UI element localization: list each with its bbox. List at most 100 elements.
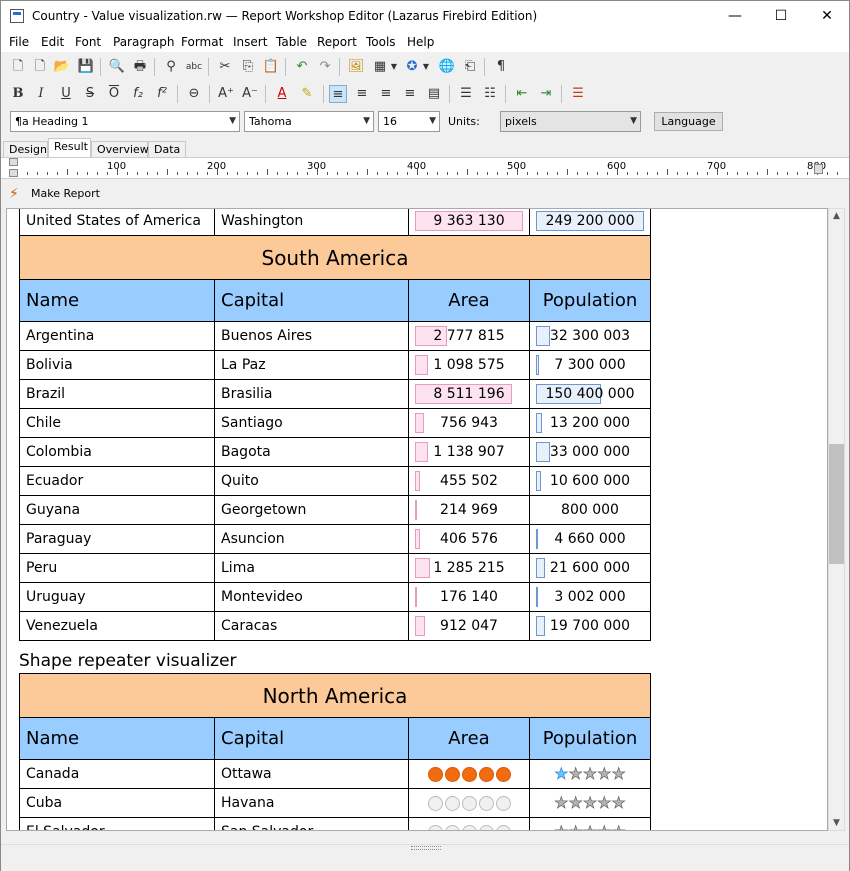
font-color-icon[interactable]: A bbox=[273, 85, 291, 103]
subscript-icon[interactable]: f₂ bbox=[129, 85, 147, 103]
new-document-icon[interactable]: 🗋 bbox=[9, 58, 27, 76]
scrollbar-thumb[interactable] bbox=[829, 444, 844, 564]
tab-data[interactable]: Data bbox=[148, 141, 186, 157]
insert-picture-icon[interactable]: 🖼 bbox=[347, 58, 365, 76]
ruler-tick bbox=[467, 169, 468, 175]
open-folder-icon[interactable]: 📂 bbox=[53, 58, 71, 76]
menu-tools[interactable]: Tools bbox=[366, 35, 396, 49]
section-title: Shape repeater visualizer bbox=[19, 651, 237, 671]
first-indent-marker[interactable] bbox=[9, 158, 18, 166]
country-name: Guyana bbox=[19, 495, 215, 525]
circle-icon bbox=[444, 766, 460, 782]
grow-font-icon[interactable]: A⁺ bbox=[217, 85, 235, 103]
strikethrough-icon[interactable]: S bbox=[81, 85, 99, 103]
make-report-button[interactable]: Make Report bbox=[31, 187, 100, 200]
vertical-scrollbar[interactable]: ▲ ▼ bbox=[828, 208, 845, 831]
insert-file-icon[interactable]: ⎗ bbox=[461, 58, 479, 76]
scroll-down-icon[interactable]: ▼ bbox=[829, 816, 844, 830]
find-icon[interactable]: ⚲ bbox=[162, 58, 180, 76]
font-name-select[interactable]: Tahoma ▼ bbox=[244, 111, 374, 132]
increase-indent-icon[interactable]: ⇥ bbox=[537, 85, 555, 103]
ruler-tick bbox=[487, 172, 488, 175]
area-bar bbox=[415, 413, 424, 433]
toolbar-separator bbox=[561, 85, 562, 103]
menu-insert[interactable]: Insert bbox=[233, 35, 267, 49]
shrink-font-icon[interactable]: A⁻ bbox=[241, 85, 259, 103]
ruler-tick bbox=[27, 172, 28, 175]
tab-result[interactable]: Result bbox=[48, 138, 91, 157]
undo-icon[interactable]: ↶ bbox=[293, 58, 311, 76]
left-indent-marker[interactable] bbox=[9, 169, 18, 177]
paste-icon[interactable]: 📋 bbox=[262, 58, 280, 76]
align-left-icon[interactable]: ≡ bbox=[329, 85, 347, 103]
underline-icon[interactable]: U bbox=[57, 85, 75, 103]
menu-table[interactable]: Table bbox=[276, 35, 307, 49]
right-indent-marker[interactable] bbox=[814, 164, 823, 174]
font-size-select[interactable]: 16 ▼ bbox=[378, 111, 440, 132]
hyperlink-icon[interactable]: 🌐 bbox=[438, 58, 456, 76]
close-button[interactable]: ✕ bbox=[804, 1, 850, 32]
language-button[interactable]: Language bbox=[654, 112, 723, 131]
area-value: 176 140 bbox=[440, 589, 498, 605]
decrease-indent-icon[interactable]: ⇤ bbox=[513, 85, 531, 103]
toolbar-separator bbox=[285, 58, 286, 76]
ruler-tick bbox=[127, 172, 128, 175]
tab-design[interactable]: Design bbox=[3, 141, 48, 157]
ruler-tick bbox=[657, 172, 658, 175]
country-area: 406 576 bbox=[408, 524, 530, 554]
header-capital: Capital bbox=[214, 279, 409, 322]
minimize-button[interactable]: — bbox=[712, 1, 758, 32]
spell-check-icon[interactable]: abc bbox=[185, 58, 203, 76]
menu-format[interactable]: Format bbox=[181, 35, 223, 49]
numbered-list-icon[interactable]: ☷ bbox=[481, 85, 499, 103]
maximize-button[interactable]: ☐ bbox=[758, 1, 804, 32]
country-name: Venezuela bbox=[19, 611, 215, 641]
highlight-icon[interactable]: ✎ bbox=[298, 85, 316, 103]
italic-icon[interactable]: I bbox=[32, 85, 50, 103]
table-row: Uruguay Montevideo 176 140 3 002 000 bbox=[19, 582, 651, 612]
hidden-text-icon[interactable]: ⊖ bbox=[185, 85, 203, 103]
chevron-down-icon[interactable]: ▼ bbox=[421, 58, 431, 76]
insert-symbol-icon[interactable]: ✪ bbox=[403, 58, 421, 76]
menu-edit[interactable]: Edit bbox=[41, 35, 64, 49]
menu-report[interactable]: Report bbox=[317, 35, 357, 49]
print-icon[interactable]: 🖶 bbox=[131, 58, 149, 76]
toolbar-separator bbox=[484, 58, 485, 76]
document-view[interactable]: United States of America Washington 9 36… bbox=[6, 208, 828, 831]
new-from-template-icon[interactable]: 🗋 bbox=[31, 58, 49, 76]
toolbar-separator bbox=[339, 58, 340, 76]
insert-table-icon[interactable]: ▦ bbox=[371, 58, 389, 76]
redo-icon[interactable]: ↷ bbox=[316, 58, 334, 76]
country-name: El Salvador bbox=[19, 817, 215, 830]
superscript-icon[interactable]: f² bbox=[153, 85, 171, 103]
scroll-up-icon[interactable]: ▲ bbox=[829, 209, 844, 223]
menu-font[interactable]: Font bbox=[75, 35, 101, 49]
align-right-icon[interactable]: ≡ bbox=[377, 85, 395, 103]
menu-file[interactable]: File bbox=[9, 35, 29, 49]
paragraph-style-select[interactable]: ¶a Heading 1 ▼ bbox=[10, 111, 240, 132]
print-preview-icon[interactable]: 🔍 bbox=[108, 58, 126, 76]
paragraph-border-icon[interactable]: ☰ bbox=[569, 85, 587, 103]
tab-overview[interactable]: Overview bbox=[91, 141, 149, 157]
menu-help[interactable]: Help bbox=[407, 35, 434, 49]
table-row: Colombia Bagota 1 138 907 33 000 000 bbox=[19, 437, 651, 467]
units-select[interactable]: pixels ▼ bbox=[500, 111, 641, 132]
horizontal-ruler[interactable]: 100 200 300 400 500 600 700 800 bbox=[1, 157, 849, 179]
cut-icon[interactable]: ✂ bbox=[216, 58, 234, 76]
show-special-chars-icon[interactable]: ¶ bbox=[492, 58, 510, 76]
bullet-list-icon[interactable]: ☰ bbox=[457, 85, 475, 103]
area-value: 912 047 bbox=[440, 618, 498, 634]
header-population: Population bbox=[529, 717, 651, 760]
menu-paragraph[interactable]: Paragraph bbox=[113, 35, 174, 49]
splitter-grip[interactable] bbox=[411, 846, 441, 850]
align-center-icon[interactable]: ≡ bbox=[353, 85, 371, 103]
justify-icon[interactable]: ≡ bbox=[401, 85, 419, 103]
distribute-icon[interactable]: ▤ bbox=[425, 85, 443, 103]
bold-icon[interactable]: B bbox=[9, 85, 27, 103]
overline-icon[interactable]: O bbox=[105, 85, 123, 103]
copy-icon[interactable]: ⎘ bbox=[239, 58, 257, 76]
population-value: 13 200 000 bbox=[549, 415, 631, 431]
header-area: Area bbox=[408, 717, 530, 760]
chevron-down-icon[interactable]: ▼ bbox=[389, 58, 399, 76]
save-icon[interactable]: 💾 bbox=[77, 58, 95, 76]
